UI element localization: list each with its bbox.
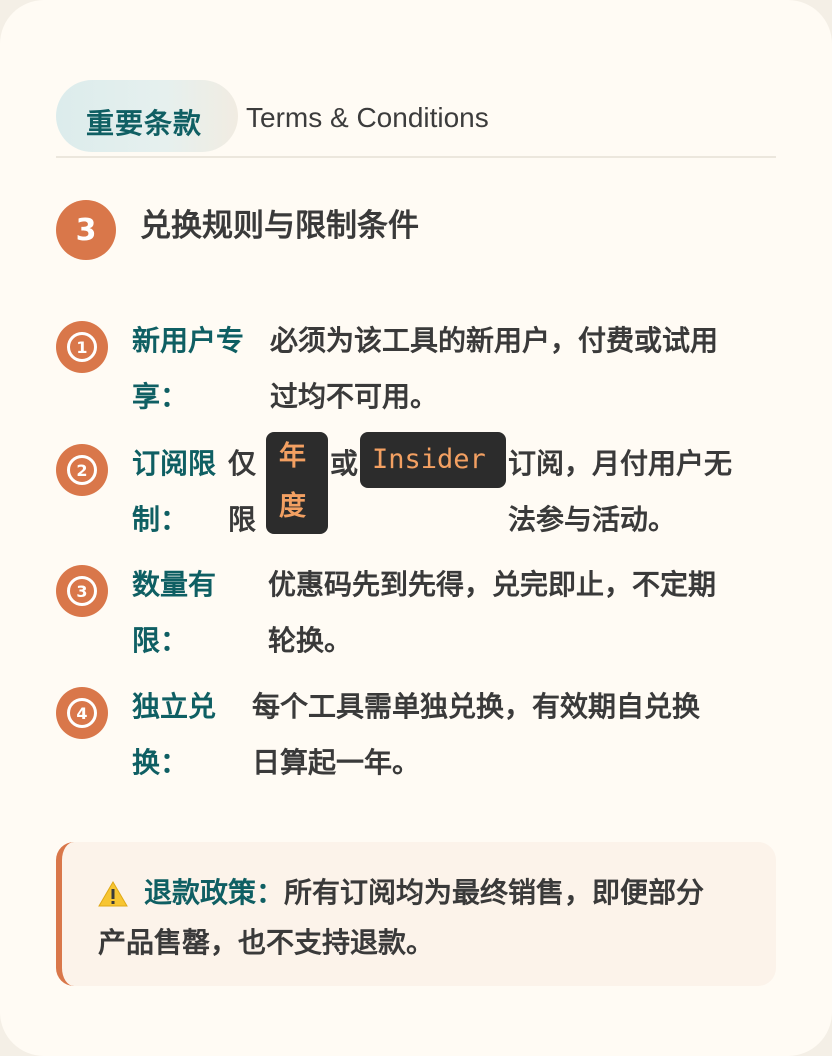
section-title: 兑换规则与限制条件 (140, 208, 419, 244)
circled-number-icon: 2 (67, 455, 97, 485)
rule-item-new-user: 1 新用户专 享： 必须为该工具的新用户，付费或试用 过均不可用。 (56, 313, 776, 423)
item-label: 独立兑 换： (132, 690, 217, 779)
annual-plan-tag: 年 度 (266, 432, 328, 534)
item-marker: 3 (56, 565, 108, 617)
item-description: 必须为该工具的新用户，付费或试用 过均不可用。 (270, 324, 719, 413)
refund-policy-callout: 退款政策：所有订阅均为最终销售，即便部分 产品售罄，也不支持退款。 (56, 842, 776, 986)
item-marker: 1 (56, 321, 108, 373)
callout-label: 退款政策： (144, 876, 285, 909)
callout-second-line: 产品售罄，也不支持退款。 (98, 926, 435, 959)
section-pill: 重要条款 (56, 80, 238, 152)
rule-item-separate-redeem: 4 独立兑 换： 每个工具需单独兑换，有效期自兑换 日算起一年。 (56, 679, 776, 789)
rule-item-subscription: 2 订阅限 制： 仅 限 年 度 或 Insider 订阅，月付用户无 法参与活… (56, 432, 776, 546)
circled-number-icon: 4 (67, 698, 97, 728)
item-label: 订阅限 制： (132, 447, 217, 536)
warning-icon (98, 881, 128, 907)
callout-text: 所有订阅均为最终销售，即便部分 (284, 876, 705, 909)
item-marker: 4 (56, 687, 108, 739)
circled-number-icon: 3 (67, 576, 97, 606)
item-description: 优惠码先到先得，兑完即止，不定期 轮换。 (268, 568, 717, 657)
callout-first-line: 退款政策：所有订阅均为最终销售，即便部分 (144, 868, 704, 918)
section-number-badge: 3 (56, 200, 116, 260)
terms-card: 重要条款 Terms & Conditions 3 兑换规则与限制条件 1 新用… (0, 0, 832, 1056)
pill-label: 重要条款 (86, 107, 203, 140)
item-label: 新用户专 享： (132, 324, 245, 413)
item-marker: 2 (56, 444, 108, 496)
item-description-prefix: 仅 限 (228, 447, 257, 536)
header-subtitle: Terms & Conditions (246, 102, 489, 133)
item-label: 数量有 限： (132, 568, 217, 657)
circled-number-icon: 1 (67, 332, 97, 362)
terms-header: 重要条款 Terms & Conditions (56, 80, 776, 158)
item-description-or: 或 (330, 447, 359, 480)
insider-plan-tag: Insider (360, 432, 506, 488)
item-description-suffix: 订阅，月付用户无 法参与活动。 (508, 447, 733, 536)
rule-item-limited-quantity: 3 数量有 限： 优惠码先到先得，兑完即止，不定期 轮换。 (56, 557, 776, 667)
item-description: 每个工具需单独兑换，有效期自兑换 日算起一年。 (252, 690, 701, 779)
